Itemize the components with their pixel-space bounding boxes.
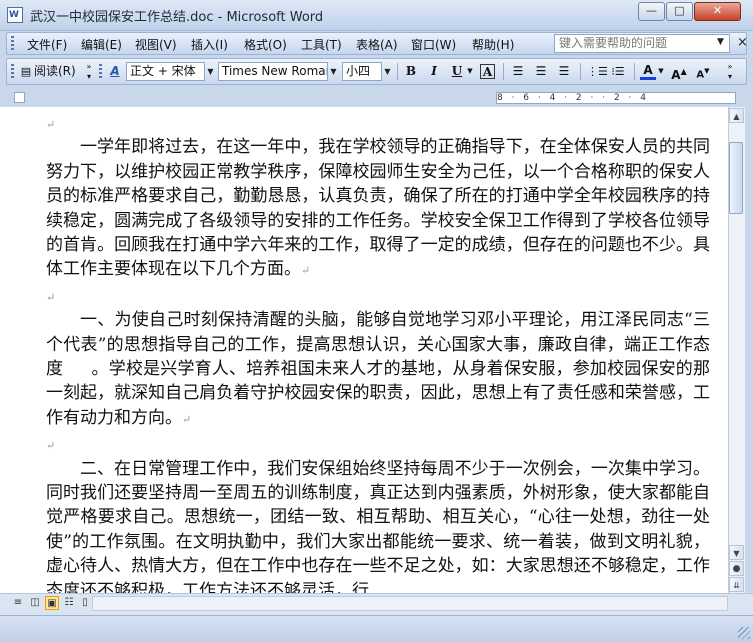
underline-button[interactable]: U [449, 62, 465, 81]
align-right-icon[interactable]: ☰ [556, 62, 572, 81]
font-size-combo[interactable]: 小四 [342, 62, 382, 81]
paragraph-text: 二、在日常管理工作中，我们安保组始终坚持每周不少于一次例会，一次集中学习。同时我… [46, 458, 710, 593]
toolbar-separator [397, 63, 398, 80]
minimize-button[interactable]: — [638, 2, 665, 21]
paragraph-text: 一、为使自己时刻保持清醒的头脑，能够自觉地学习邓小平理论，用江泽民同志“三个代表… [46, 310, 710, 428]
empty-paragraph[interactable]: ↵ [46, 111, 710, 135]
menu-insert[interactable]: 插入(I) [191, 36, 228, 53]
formatting-toolbar: ▤ 阅读(R) » ▾ A 正文 + 宋体 ▼ Times New Roman ▼… [6, 58, 747, 85]
toolbar-grip-icon[interactable] [11, 36, 14, 51]
read-mode-button[interactable]: 阅读(R) [34, 62, 82, 81]
menu-tools[interactable]: 工具(T) [301, 36, 342, 53]
horizontal-ruler[interactable]: 8 · 6 · 4 · 2 · · 2 · 4 [496, 92, 736, 104]
menu-file[interactable]: 文件(F) [27, 36, 67, 53]
menu-view[interactable]: 视图(V) [135, 36, 177, 53]
toolbar-overflow-icon[interactable]: » ▾ [725, 62, 735, 81]
font-color-dropdown-icon[interactable]: ▼ [657, 62, 665, 81]
scroll-thumb[interactable] [729, 142, 743, 214]
next-page-icon[interactable]: ⇊ [729, 577, 744, 592]
menu-format[interactable]: 格式(O) [244, 36, 287, 53]
bullets-icon[interactable]: ⁝☰ [610, 62, 626, 81]
paragraph-section-1[interactable]: 一、为使自己时刻保持清醒的头脑，能够自觉地学习邓小平理论，用江泽民同志“三个代表… [46, 308, 710, 432]
align-justify-icon[interactable]: ☰ [510, 62, 526, 81]
empty-paragraph[interactable]: ↵ [46, 432, 710, 456]
help-dropdown-icon[interactable]: ▼ [717, 37, 724, 47]
paragraph-section-2[interactable]: 二、在日常管理工作中，我们安保组始终坚持每周不少于一次例会，一次集中学习。同时我… [46, 457, 710, 593]
empty-paragraph[interactable]: ↵ [46, 284, 710, 308]
maximize-button[interactable]: □ [666, 2, 693, 21]
shrink-font-label: A [696, 69, 705, 81]
toolbar-separator [580, 63, 581, 80]
web-layout-view-icon[interactable]: ◫ [28, 596, 42, 610]
normal-view-icon[interactable]: ≡ [11, 596, 25, 610]
paragraph-mark: ↵ [46, 118, 56, 131]
window-title: 武汉一中校园保安工作总结.doc - Microsoft Word [30, 10, 324, 25]
grow-font-button[interactable]: A▲ [671, 62, 687, 82]
numbering-icon[interactable]: ⋮☰ [587, 62, 608, 81]
grow-font-label: A [671, 68, 681, 82]
paragraph-mark: ↵ [301, 264, 311, 278]
word-doc-icon[interactable]: W [7, 7, 23, 23]
select-browse-object-icon[interactable]: ● [729, 561, 744, 576]
toolbar-separator [634, 63, 635, 80]
resize-grip-icon[interactable] [738, 627, 750, 639]
toolbar-grip-icon[interactable] [11, 64, 14, 79]
font-combo[interactable]: Times New Roman [218, 62, 328, 81]
menu-help[interactable]: 帮助(H) [472, 36, 514, 53]
toolbar-separator [503, 63, 504, 80]
align-center-icon[interactable]: ☰ [533, 62, 549, 81]
font-dropdown-icon[interactable]: ▼ [328, 62, 339, 81]
close-button[interactable]: ✕ [694, 2, 741, 21]
scroll-up-icon[interactable]: ▲ [729, 108, 744, 123]
paragraph-mark: ↵ [46, 290, 56, 304]
character-border-button[interactable]: A [480, 64, 495, 79]
paragraph-intro[interactable]: 一学年即将过去，在这一年中，我在学校领导的正确指导下，在全体保安人员的共同努力下… [46, 135, 710, 283]
style-combo[interactable]: 正文 + 宋体 [126, 62, 205, 81]
paragraph-mark: ↵ [46, 439, 56, 453]
tab-selector[interactable] [14, 92, 25, 103]
help-search-input[interactable]: 键入需要帮助的问题 [554, 34, 730, 53]
document-page[interactable]: ↵ 一学年即将过去，在这一年中，我在学校领导的正确指导下，在全体保安人员的共同努… [46, 111, 710, 593]
menu-table[interactable]: 表格(A) [356, 36, 398, 53]
toolbar-overflow-icon[interactable]: » ▾ [85, 62, 93, 81]
underline-dropdown-icon[interactable]: ▼ [466, 62, 474, 81]
paragraph-text: 一学年即将过去，在这一年中，我在学校领导的正确指导下，在全体保安人员的共同努力下… [46, 137, 710, 280]
status-bar [0, 615, 753, 642]
close-document-icon[interactable]: × [737, 35, 748, 50]
menu-window[interactable]: 窗口(W) [411, 36, 456, 53]
outline-view-icon[interactable]: ☷ [62, 596, 76, 610]
italic-button[interactable]: I [426, 62, 442, 81]
bold-button[interactable]: B [403, 62, 419, 81]
menu-bar: 文件(F) 编辑(E) 视图(V) 插入(I) 格式(O) 工具(T) 表格(A… [6, 32, 748, 55]
toolbar-grip-icon[interactable] [99, 64, 102, 79]
document-area[interactable]: ↵ 一学年即将过去，在这一年中，我在学校领导的正确指导下，在全体保安人员的共同努… [0, 107, 728, 593]
horizontal-scrollbar[interactable] [92, 596, 728, 611]
styles-pane-icon[interactable]: A [107, 62, 123, 81]
shrink-font-button[interactable]: A▼ [695, 62, 711, 81]
print-layout-view-icon[interactable]: ▣ [45, 596, 59, 610]
style-dropdown-icon[interactable]: ▼ [205, 62, 216, 81]
reading-layout-view-icon[interactable]: ▯ [78, 596, 92, 610]
read-mode-icon: ▤ [20, 65, 32, 78]
paragraph-mark: ↵ [182, 412, 192, 426]
scroll-down-icon[interactable]: ▼ [729, 545, 744, 560]
font-size-dropdown-icon[interactable]: ▼ [382, 62, 393, 81]
menu-edit[interactable]: 编辑(E) [81, 36, 122, 53]
font-color-button[interactable]: A [640, 62, 656, 80]
